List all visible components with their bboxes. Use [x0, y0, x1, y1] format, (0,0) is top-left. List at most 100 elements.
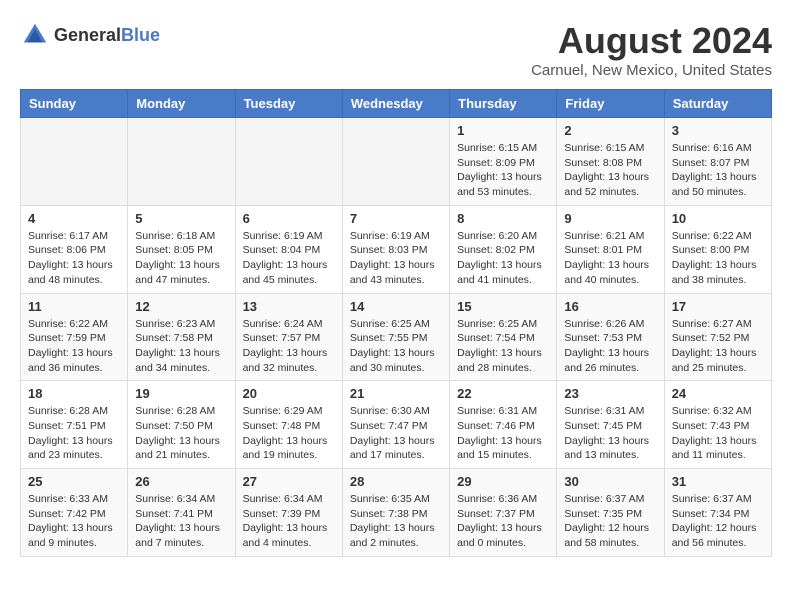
day-number: 31: [672, 474, 764, 489]
calendar-cell: 30Sunrise: 6:37 AM Sunset: 7:35 PM Dayli…: [557, 469, 664, 557]
day-number: 4: [28, 211, 120, 226]
day-info: Sunrise: 6:17 AM Sunset: 8:06 PM Dayligh…: [28, 229, 120, 288]
day-info: Sunrise: 6:36 AM Sunset: 7:37 PM Dayligh…: [457, 492, 549, 551]
calendar-table: SundayMondayTuesdayWednesdayThursdayFrid…: [20, 89, 772, 557]
title-block: August 2024 Carnuel, New Mexico, United …: [531, 20, 772, 79]
day-info: Sunrise: 6:37 AM Sunset: 7:34 PM Dayligh…: [672, 492, 764, 551]
day-number: 10: [672, 211, 764, 226]
calendar-cell: 1 Sunrise: 6:15 AM Sunset: 8:09 PM Daylig…: [450, 118, 557, 206]
day-number: 8: [457, 211, 549, 226]
day-number: 19: [135, 386, 227, 401]
day-info: Sunrise: 6:21 AM Sunset: 8:01 PM Dayligh…: [564, 229, 656, 288]
day-info: Sunrise: 6:25 AM Sunset: 7:55 PM Dayligh…: [350, 317, 442, 376]
day-number: 1: [457, 123, 549, 138]
calendar-cell: 2 Sunrise: 6:15 AM Sunset: 8:08 PM Daylig…: [557, 118, 664, 206]
calendar-cell: 25Sunrise: 6:33 AM Sunset: 7:42 PM Dayli…: [21, 469, 128, 557]
day-info: Sunrise: 6:31 AM Sunset: 7:46 PM Dayligh…: [457, 404, 549, 463]
calendar-cell: 13 Sunrise: 6:24 AM Sunset: 7:57 PM Dayli…: [235, 293, 342, 381]
day-info: Sunrise: 6:29 AM Sunset: 7:48 PM Dayligh…: [243, 404, 335, 463]
calendar-week-5: 25Sunrise: 6:33 AM Sunset: 7:42 PM Dayli…: [21, 469, 772, 557]
calendar-cell: 6 Sunrise: 6:19 AM Sunset: 8:04 PM Daylig…: [235, 205, 342, 293]
calendar-cell: 12Sunrise: 6:23 AM Sunset: 7:58 PM Dayli…: [128, 293, 235, 381]
day-number: 25: [28, 474, 120, 489]
day-number: 18: [28, 386, 120, 401]
day-header-thursday: Thursday: [450, 90, 557, 118]
calendar-week-1: 1 Sunrise: 6:15 AM Sunset: 8:09 PM Daylig…: [21, 118, 772, 206]
month-title: August 2024: [531, 20, 772, 62]
calendar-week-2: 4 Sunrise: 6:17 AM Sunset: 8:06 PM Daylig…: [21, 205, 772, 293]
day-info: Sunrise: 6:20 AM Sunset: 8:02 PM Dayligh…: [457, 229, 549, 288]
day-number: 16: [564, 299, 656, 314]
day-info: Sunrise: 6:24 AM Sunset: 7:57 PM Dayligh…: [243, 317, 335, 376]
day-header-sunday: Sunday: [21, 90, 128, 118]
calendar-cell: 27Sunrise: 6:34 AM Sunset: 7:39 PM Dayli…: [235, 469, 342, 557]
calendar-cell: [342, 118, 449, 206]
calendar-cell: 21 Sunrise: 6:30 AM Sunset: 7:47 PM Dayli…: [342, 381, 449, 469]
day-info: Sunrise: 6:26 AM Sunset: 7:53 PM Dayligh…: [564, 317, 656, 376]
day-number: 15: [457, 299, 549, 314]
calendar-cell: 7 Sunrise: 6:19 AM Sunset: 8:03 PM Daylig…: [342, 205, 449, 293]
day-info: Sunrise: 6:28 AM Sunset: 7:50 PM Dayligh…: [135, 404, 227, 463]
day-info: Sunrise: 6:25 AM Sunset: 7:54 PM Dayligh…: [457, 317, 549, 376]
day-info: Sunrise: 6:35 AM Sunset: 7:38 PM Dayligh…: [350, 492, 442, 551]
day-info: Sunrise: 6:34 AM Sunset: 7:41 PM Dayligh…: [135, 492, 227, 551]
day-info: Sunrise: 6:18 AM Sunset: 8:05 PM Dayligh…: [135, 229, 227, 288]
calendar-cell: 29Sunrise: 6:36 AM Sunset: 7:37 PM Dayli…: [450, 469, 557, 557]
day-info: Sunrise: 6:15 AM Sunset: 8:08 PM Dayligh…: [564, 141, 656, 200]
day-header-monday: Monday: [128, 90, 235, 118]
day-number: 7: [350, 211, 442, 226]
day-info: Sunrise: 6:30 AM Sunset: 7:47 PM Dayligh…: [350, 404, 442, 463]
calendar-cell: [128, 118, 235, 206]
day-number: 14: [350, 299, 442, 314]
day-number: 2: [564, 123, 656, 138]
calendar-cell: 5 Sunrise: 6:18 AM Sunset: 8:05 PM Daylig…: [128, 205, 235, 293]
calendar-cell: 26Sunrise: 6:34 AM Sunset: 7:41 PM Dayli…: [128, 469, 235, 557]
calendar-header-row: SundayMondayTuesdayWednesdayThursdayFrid…: [21, 90, 772, 118]
day-info: Sunrise: 6:19 AM Sunset: 8:04 PM Dayligh…: [243, 229, 335, 288]
calendar-week-3: 11Sunrise: 6:22 AM Sunset: 7:59 PM Dayli…: [21, 293, 772, 381]
calendar-cell: 19 Sunrise: 6:28 AM Sunset: 7:50 PM Dayli…: [128, 381, 235, 469]
calendar-cell: 16 Sunrise: 6:26 AM Sunset: 7:53 PM Dayli…: [557, 293, 664, 381]
day-number: 21: [350, 386, 442, 401]
calendar-cell: 23Sunrise: 6:31 AM Sunset: 7:45 PM Dayli…: [557, 381, 664, 469]
day-number: 9: [564, 211, 656, 226]
calendar-cell: 15 Sunrise: 6:25 AM Sunset: 7:54 PM Dayli…: [450, 293, 557, 381]
day-number: 27: [243, 474, 335, 489]
day-header-wednesday: Wednesday: [342, 90, 449, 118]
calendar-cell: [235, 118, 342, 206]
calendar-cell: 18 Sunrise: 6:28 AM Sunset: 7:51 PM Dayli…: [21, 381, 128, 469]
calendar-week-4: 18 Sunrise: 6:28 AM Sunset: 7:51 PM Dayli…: [21, 381, 772, 469]
day-number: 22: [457, 386, 549, 401]
day-info: Sunrise: 6:15 AM Sunset: 8:09 PM Dayligh…: [457, 141, 549, 200]
day-number: 28: [350, 474, 442, 489]
day-number: 23: [564, 386, 656, 401]
day-header-saturday: Saturday: [664, 90, 771, 118]
day-info: Sunrise: 6:28 AM Sunset: 7:51 PM Dayligh…: [28, 404, 120, 463]
day-number: 13: [243, 299, 335, 314]
calendar-cell: 28 Sunrise: 6:35 AM Sunset: 7:38 PM Dayli…: [342, 469, 449, 557]
logo-icon: [20, 20, 50, 50]
calendar-cell: 24Sunrise: 6:32 AM Sunset: 7:43 PM Dayli…: [664, 381, 771, 469]
logo-text: GeneralBlue: [54, 25, 160, 46]
day-number: 24: [672, 386, 764, 401]
calendar-cell: [21, 118, 128, 206]
day-info: Sunrise: 6:19 AM Sunset: 8:03 PM Dayligh…: [350, 229, 442, 288]
day-number: 5: [135, 211, 227, 226]
logo-general: General: [54, 25, 121, 45]
calendar-cell: 4 Sunrise: 6:17 AM Sunset: 8:06 PM Daylig…: [21, 205, 128, 293]
day-number: 17: [672, 299, 764, 314]
day-header-tuesday: Tuesday: [235, 90, 342, 118]
logo-blue: Blue: [121, 25, 160, 45]
day-info: Sunrise: 6:37 AM Sunset: 7:35 PM Dayligh…: [564, 492, 656, 551]
calendar-cell: 17Sunrise: 6:27 AM Sunset: 7:52 PM Dayli…: [664, 293, 771, 381]
day-number: 11: [28, 299, 120, 314]
page-header: GeneralBlue August 2024 Carnuel, New Mex…: [20, 20, 772, 79]
logo: GeneralBlue: [20, 20, 160, 50]
day-number: 3: [672, 123, 764, 138]
calendar-cell: 10Sunrise: 6:22 AM Sunset: 8:00 PM Dayli…: [664, 205, 771, 293]
day-number: 6: [243, 211, 335, 226]
calendar-cell: 11Sunrise: 6:22 AM Sunset: 7:59 PM Dayli…: [21, 293, 128, 381]
location: Carnuel, New Mexico, United States: [531, 62, 772, 79]
calendar-cell: 22 Sunrise: 6:31 AM Sunset: 7:46 PM Dayli…: [450, 381, 557, 469]
day-info: Sunrise: 6:23 AM Sunset: 7:58 PM Dayligh…: [135, 317, 227, 376]
